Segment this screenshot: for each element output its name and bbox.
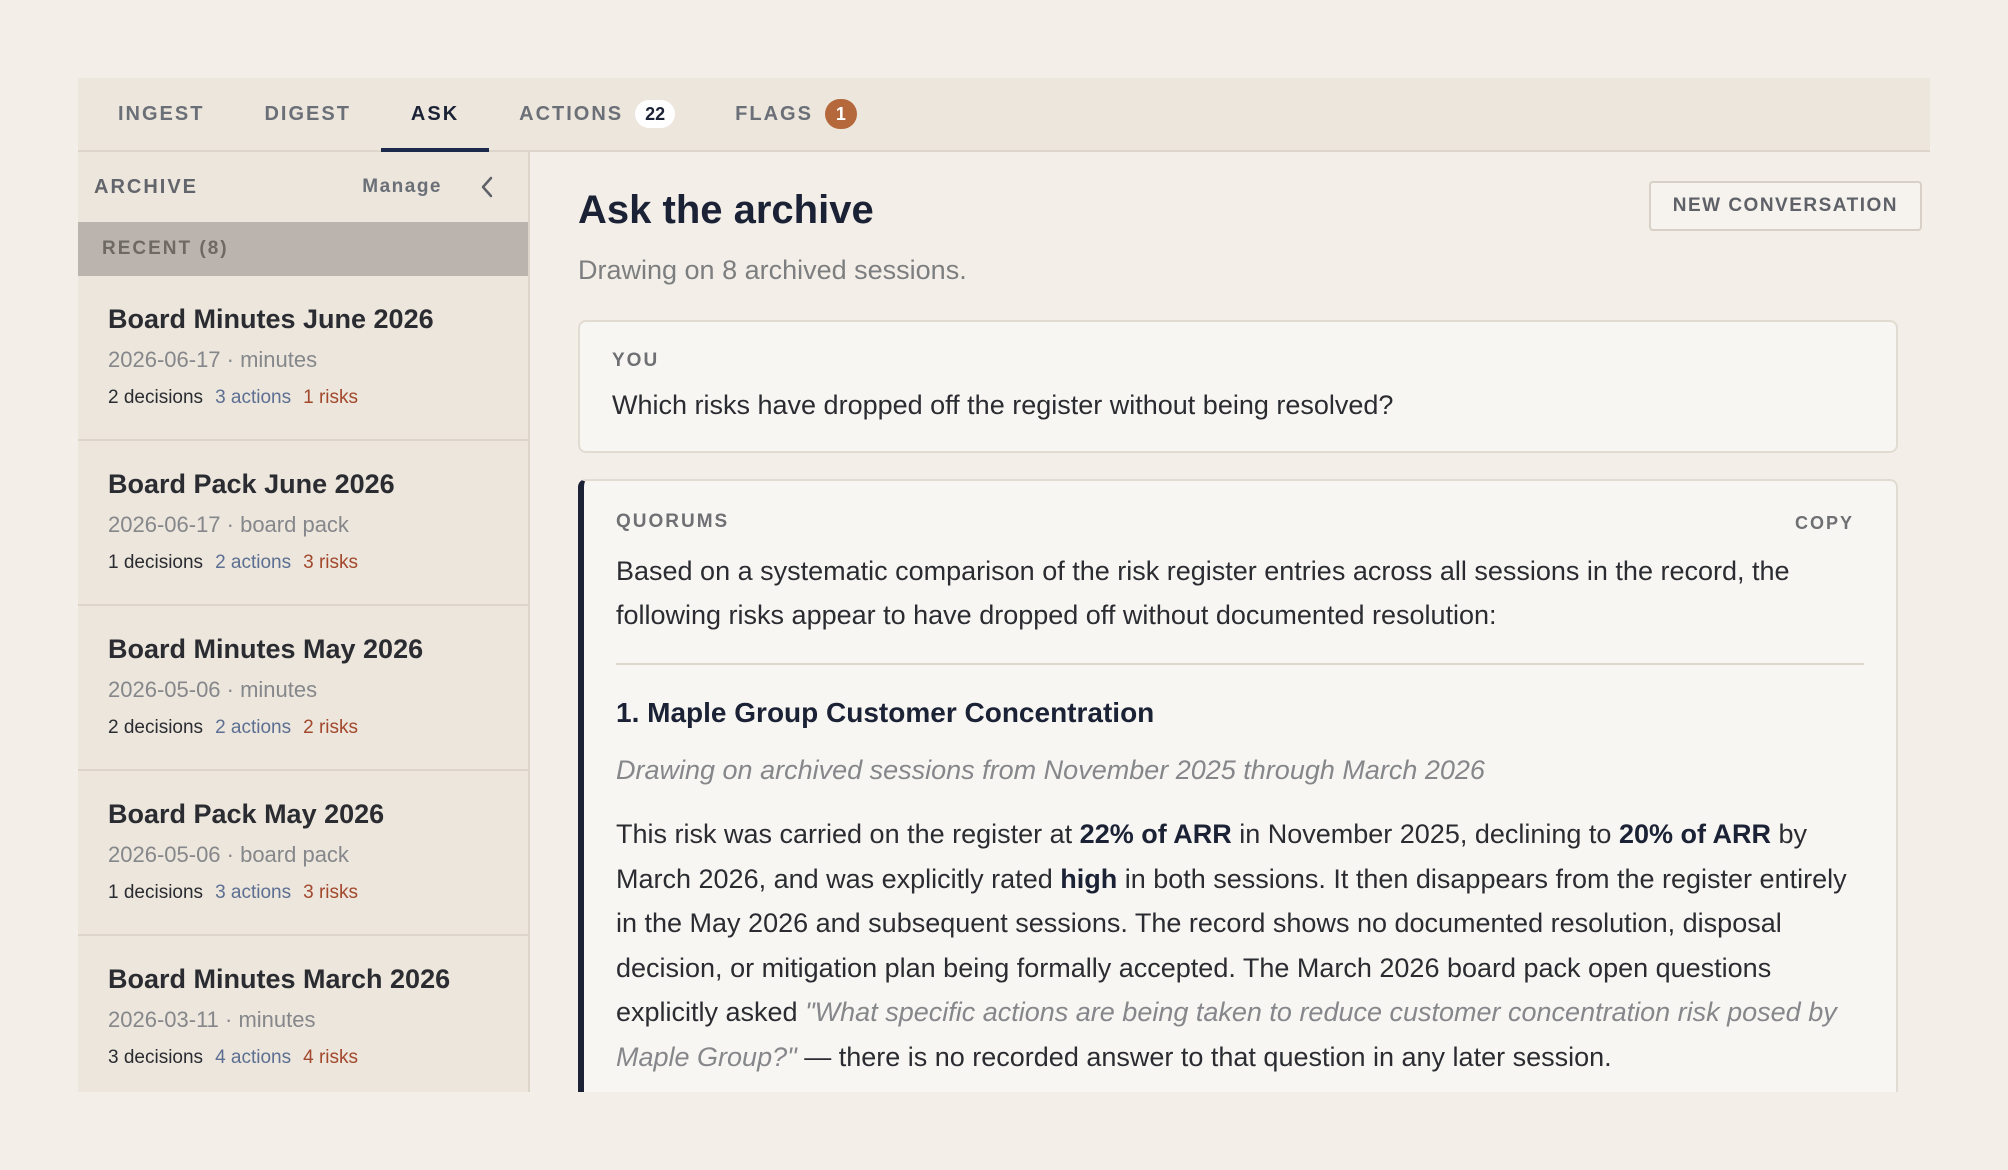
new-conversation-button[interactable]: NEW CONVERSATION xyxy=(1648,181,1922,231)
flags-count-badge: 1 xyxy=(824,99,857,129)
body-text: This risk was carried on the register at xyxy=(616,819,1080,849)
answer-intro: Based on a systematic comparison of the … xyxy=(616,556,1790,630)
actions-count: 2 actions xyxy=(215,717,292,738)
session-item[interactable]: Board Minutes June 2026 2026-06-17 · min… xyxy=(78,276,528,441)
decisions-count: 2 decisions xyxy=(108,387,204,408)
session-title: Board Minutes March 2026 xyxy=(108,964,451,994)
tab-actions[interactable]: ACTIONS 22 xyxy=(489,78,705,150)
tab-digest[interactable]: DIGEST xyxy=(234,78,380,150)
risk-item-body: This risk was carried on the register at… xyxy=(616,812,1864,1079)
archive-sidebar: ARCHIVE Manage RECENT (8) Board Minutes … xyxy=(78,152,530,1092)
tab-label: ASK xyxy=(410,102,460,125)
session-item[interactable]: Board Minutes March 2026 2026-03-11 · mi… xyxy=(78,936,528,1092)
session-counts: 1 decisions 2 actions 3 risks xyxy=(108,552,498,574)
decisions-count: 1 decisions xyxy=(108,552,204,573)
tab-ask[interactable]: ASK xyxy=(380,78,490,152)
tab-ingest[interactable]: INGEST xyxy=(88,78,234,150)
tab-label: FLAGS xyxy=(735,102,813,125)
session-counts: 3 decisions 4 actions 4 risks xyxy=(108,1047,498,1069)
body-emphasis: 22% of ARR xyxy=(1079,819,1232,849)
session-title: Board Minutes May 2026 xyxy=(108,634,424,664)
manage-button[interactable]: Manage xyxy=(362,176,442,198)
tab-bar: INGEST DIGEST ASK ACTIONS 22 FLAGS 1 xyxy=(78,78,1930,152)
chevron-left-icon[interactable] xyxy=(476,176,498,198)
session-item[interactable]: Board Minutes May 2026 2026-05-06 · minu… xyxy=(78,606,528,771)
tab-flags[interactable]: FLAGS 1 xyxy=(705,78,887,150)
recent-section-header[interactable]: RECENT (8) xyxy=(78,222,528,276)
session-meta: 2026-03-11 · minutes xyxy=(108,1007,316,1032)
session-title: Board Pack May 2026 xyxy=(108,799,385,829)
session-meta: 2026-05-06 · minutes xyxy=(108,677,318,702)
user-label: YOU xyxy=(612,350,660,371)
session-item[interactable]: Board Pack May 2026 2026-05-06 · board p… xyxy=(78,771,528,936)
actions-count: 3 actions xyxy=(215,882,292,903)
body-text: — there is no recorded answer to that qu… xyxy=(796,1041,1612,1072)
session-counts: 2 decisions 3 actions 1 risks xyxy=(108,387,498,409)
risks-count: 3 risks xyxy=(303,882,359,903)
actions-count: 2 actions xyxy=(215,552,292,573)
app-window: INGEST DIGEST ASK ACTIONS 22 FLAGS 1 ARCHI… xyxy=(78,78,1930,1092)
risk-item-source: Drawing on archived sessions from Novemb… xyxy=(616,755,1485,785)
page-subtitle: Drawing on 8 archived sessions. xyxy=(578,255,967,285)
session-meta: 2026-06-17 · board pack xyxy=(108,512,349,537)
decisions-count: 1 decisions xyxy=(108,882,204,903)
session-counts: 2 decisions 2 actions 2 risks xyxy=(108,717,498,739)
session-meta: 2026-06-17 · minutes xyxy=(108,347,318,372)
session-counts: 1 decisions 3 actions 3 risks xyxy=(108,882,498,904)
tab-label: INGEST xyxy=(118,102,205,125)
session-item[interactable]: Board Pack June 2026 2026-06-17 · board … xyxy=(78,441,528,606)
risks-count: 4 risks xyxy=(303,1047,359,1068)
actions-count: 3 actions xyxy=(215,387,292,408)
session-title: Board Pack June 2026 xyxy=(108,469,395,499)
body-emphasis: high xyxy=(1060,863,1118,894)
sidebar-title: ARCHIVE xyxy=(94,175,199,198)
copy-button[interactable]: COPY xyxy=(1795,513,1854,534)
ask-panel: Ask the archive Drawing on 8 archived se… xyxy=(530,152,1930,1092)
risk-item-heading: 1. Maple Group Customer Concentration xyxy=(616,697,1155,728)
risks-count: 2 risks xyxy=(303,717,359,738)
tab-label: DIGEST xyxy=(264,102,351,125)
session-title: Board Minutes June 2026 xyxy=(108,304,434,334)
assistant-label: QUORUMS xyxy=(616,511,730,532)
user-message-card: YOU Which risks have dropped off the reg… xyxy=(578,320,1898,453)
session-meta: 2026-05-06 · board pack xyxy=(108,842,349,867)
actions-count-badge: 22 xyxy=(635,100,676,128)
decisions-count: 3 decisions xyxy=(108,1047,204,1068)
actions-count: 4 actions xyxy=(215,1047,292,1068)
body-text: in November 2025, declining to xyxy=(1231,819,1619,849)
divider xyxy=(616,663,1864,665)
tab-label: ACTIONS xyxy=(519,102,624,125)
user-question: Which risks have dropped off the registe… xyxy=(612,390,1394,420)
decisions-count: 2 decisions xyxy=(108,717,204,738)
assistant-answer-card: QUORUMS COPY Based on a systematic compa… xyxy=(578,479,1898,1092)
sidebar-header: ARCHIVE Manage xyxy=(78,152,528,222)
risks-count: 1 risks xyxy=(303,387,359,408)
body-emphasis: 20% of ARR xyxy=(1618,819,1771,849)
risks-count: 3 risks xyxy=(303,552,359,573)
